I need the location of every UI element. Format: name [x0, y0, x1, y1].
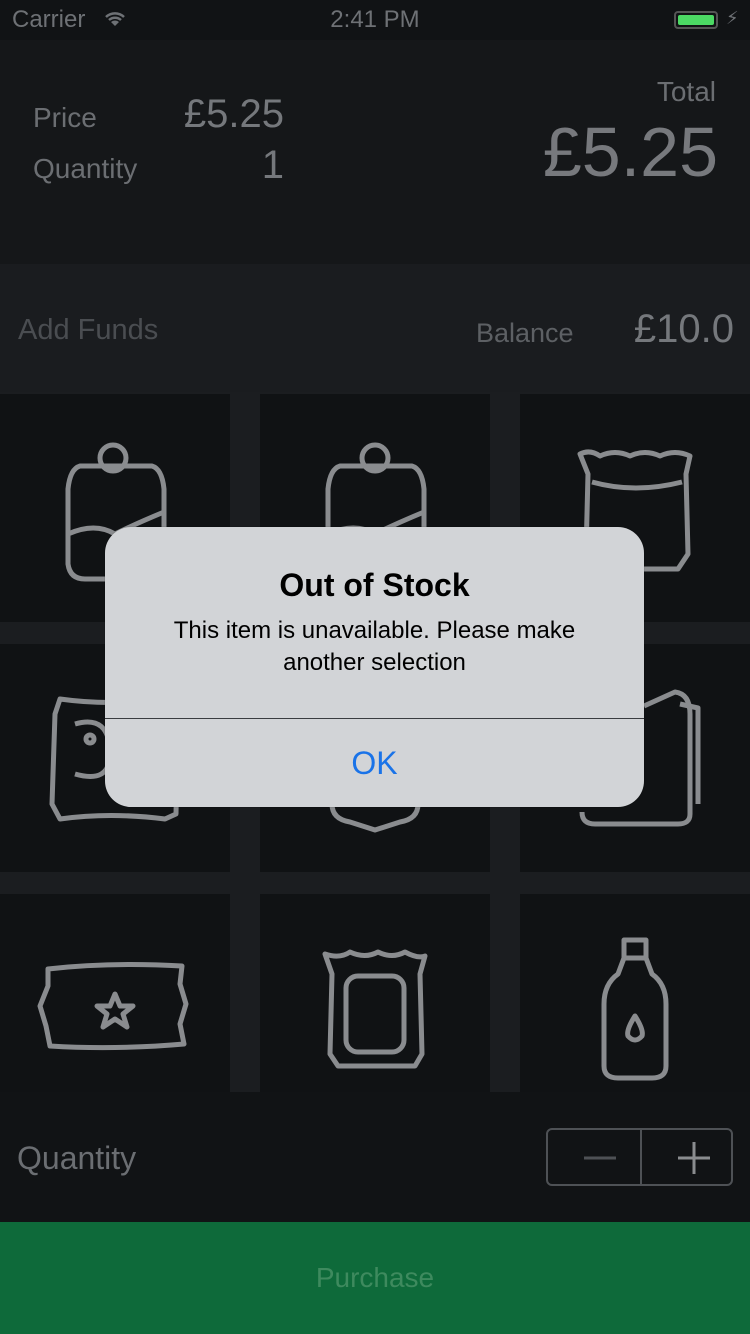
alert-dialog: Out of Stock This item is unavailable. P…: [105, 527, 644, 807]
ok-button[interactable]: OK: [105, 719, 644, 807]
alert-message: This item is unavailable. Please make an…: [173, 617, 576, 676]
alert-title: Out of Stock: [279, 567, 470, 603]
